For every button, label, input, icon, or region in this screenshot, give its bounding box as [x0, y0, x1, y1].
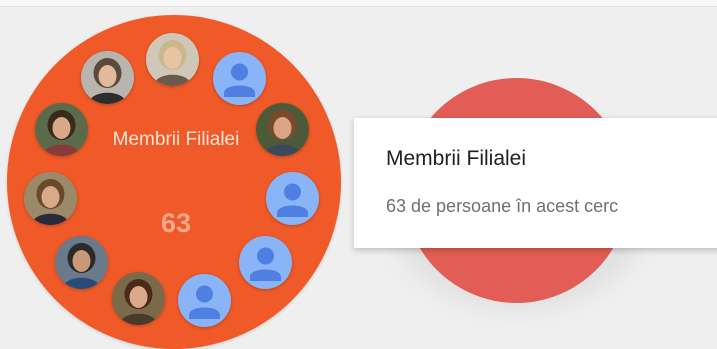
circle-member-count: 63: [160, 208, 192, 238]
tooltip-title: Membrii Filialei: [386, 147, 527, 170]
member-avatar-photo[interactable]: [112, 272, 165, 325]
default-avatar-icon: [266, 172, 319, 225]
member-avatar-placeholder[interactable]: [239, 236, 292, 289]
member-photo: [55, 236, 108, 289]
top-toolbar-strip: [0, 0, 717, 7]
member-avatar-placeholder[interactable]: [213, 52, 266, 105]
default-avatar-icon: [239, 236, 292, 289]
member-photo: [112, 272, 165, 325]
tooltip-subtitle: 63 de persoane în acest cerc: [386, 196, 619, 216]
member-avatar-placeholder[interactable]: [266, 172, 319, 225]
member-avatar-photo[interactable]: [24, 172, 77, 225]
default-avatar-icon: [213, 52, 266, 105]
member-avatar-photo[interactable]: [35, 103, 88, 156]
member-photo: [24, 172, 77, 225]
member-photo: [81, 51, 134, 104]
default-avatar-icon: [178, 274, 231, 327]
member-photo: [146, 33, 199, 86]
circle-tooltip-card: Membrii Filialei 63 de persoane în acest…: [354, 118, 717, 248]
member-avatar-placeholder[interactable]: [178, 274, 231, 327]
member-avatar-photo[interactable]: [81, 51, 134, 104]
member-photo: [256, 103, 309, 156]
member-avatar-photo[interactable]: [55, 236, 108, 289]
circle-name-label: Membrii Filialei: [112, 129, 240, 150]
member-photo: [35, 103, 88, 156]
member-avatar-photo[interactable]: [146, 33, 199, 86]
member-avatar-photo[interactable]: [256, 103, 309, 156]
